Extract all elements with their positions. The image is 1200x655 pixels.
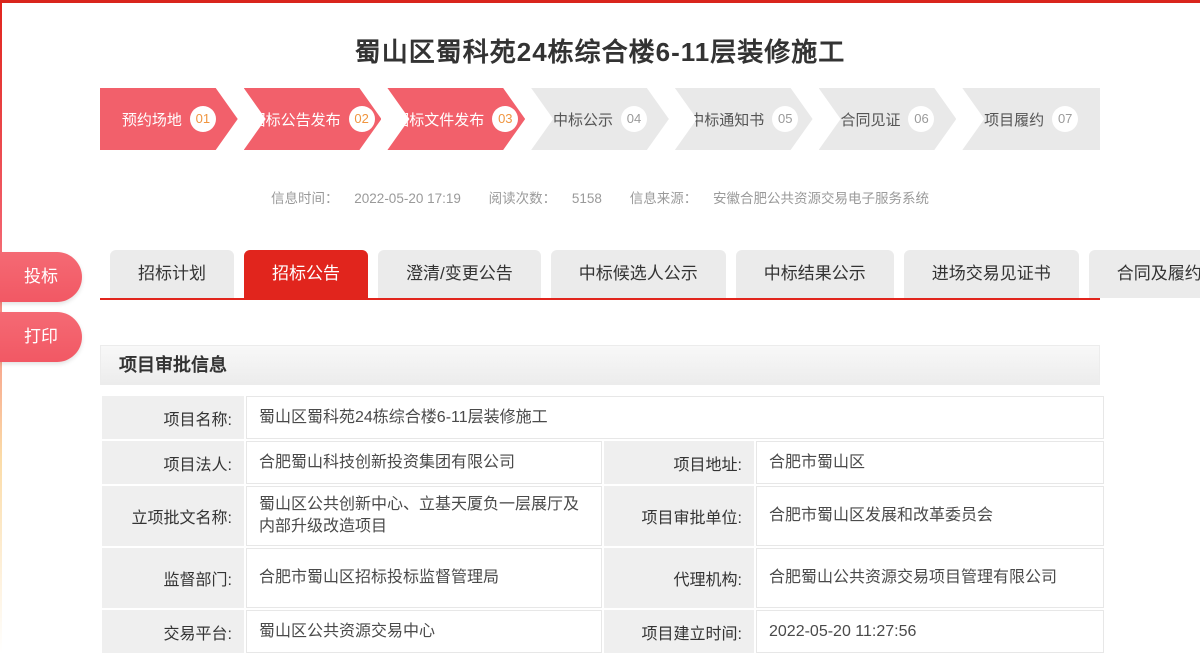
field-label-trade-platform: 交易平台: <box>102 610 244 653</box>
step-contract-witness: 合同见证 06 <box>819 88 957 150</box>
info-source-value: 安徽合肥公共资源交易电子服务系统 <box>713 191 929 206</box>
table-row: 项目法人: 合肥蜀山科技创新投资集团有限公司 项目地址: 合肥市蜀山区 <box>102 441 1104 484</box>
field-label-project-name: 项目名称: <box>102 396 244 439</box>
step-number-badge: 02 <box>349 106 375 132</box>
field-value-supervision-dept: 合肥市蜀山区招标投标监督管理局 <box>246 548 602 608</box>
tab-clarification-change[interactable]: 澄清/变更公告 <box>378 250 541 298</box>
step-number-badge: 04 <box>621 106 647 132</box>
step-label: 中标通知书 <box>689 109 764 130</box>
tab-bar: 招标计划 招标公告 澄清/变更公告 中标候选人公示 中标结果公示 进场交易见证书… <box>100 250 1100 300</box>
field-value-project-address: 合肥市蜀山区 <box>756 441 1104 484</box>
step-number-badge: 01 <box>190 106 216 132</box>
info-time-label: 信息时间： <box>271 191 339 206</box>
read-count-label: 阅读次数： <box>489 191 557 206</box>
field-label-approval-doc: 立项批文名称: <box>102 486 244 546</box>
table-row: 立项批文名称: 蜀山区公共创新中心、立基天厦负一层展厅及内部升级改造项目 项目审… <box>102 486 1104 546</box>
field-label-agency: 代理机构: <box>604 548 754 608</box>
step-label: 招标公告发布 <box>251 109 341 130</box>
field-value-trade-platform: 蜀山区公共资源交易中心 <box>246 610 602 653</box>
meta-info-line: 信息时间： 2022-05-20 17:19 阅读次数： 5158 信息来源： … <box>0 187 1200 207</box>
step-number-badge: 07 <box>1052 106 1078 132</box>
page-title: 蜀山区蜀科苑24栋综合楼6-11层装修施工 <box>0 32 1200 69</box>
field-label-project-create-time: 项目建立时间: <box>604 610 754 653</box>
step-tender-documents: 招标文件发布 03 <box>387 88 525 150</box>
step-number-badge: 03 <box>492 106 518 132</box>
tab-result-publicity[interactable]: 中标结果公示 <box>736 250 894 298</box>
section-title-project-approval: 项目审批信息 <box>100 345 1100 385</box>
field-value-legal-person: 合肥蜀山科技创新投资集团有限公司 <box>246 441 602 484</box>
step-number-badge: 05 <box>772 106 798 132</box>
project-approval-table: 项目名称: 蜀山区蜀科苑24栋综合楼6-11层装修施工 项目法人: 合肥蜀山科技… <box>100 394 1106 655</box>
tab-tender-announcement[interactable]: 招标公告 <box>244 250 368 298</box>
step-label: 预约场地 <box>122 109 182 130</box>
field-value-approval-unit: 合肥市蜀山区发展和改革委员会 <box>756 486 1104 546</box>
top-accent-line <box>0 0 1200 3</box>
table-row: 项目名称: 蜀山区蜀科苑24栋综合楼6-11层装修施工 <box>102 396 1104 439</box>
tab-tender-plan[interactable]: 招标计划 <box>110 250 234 298</box>
step-label: 招标文件发布 <box>394 109 484 130</box>
print-button[interactable]: 打印 <box>0 312 82 362</box>
field-value-project-name: 蜀山区蜀科苑24栋综合楼6-11层装修施工 <box>246 396 1104 439</box>
field-value-agency: 合肥蜀山公共资源交易项目管理有限公司 <box>756 548 1104 608</box>
tab-contract-performance[interactable]: 合同及履约 <box>1089 250 1200 298</box>
step-label: 合同见证 <box>840 109 900 130</box>
field-value-project-create-time: 2022-05-20 11:27:56 <box>756 610 1104 653</box>
step-label: 项目履约 <box>984 109 1044 130</box>
field-label-project-address: 项目地址: <box>604 441 754 484</box>
table-row: 交易平台: 蜀山区公共资源交易中心 项目建立时间: 2022-05-20 11:… <box>102 610 1104 653</box>
field-label-approval-unit: 项目审批单位: <box>604 486 754 546</box>
tab-trade-certificate[interactable]: 进场交易见证书 <box>904 250 1079 298</box>
step-project-performance: 项目履约 07 <box>962 88 1100 150</box>
field-label-supervision-dept: 监督部门: <box>102 548 244 608</box>
tab-candidate-publicity[interactable]: 中标候选人公示 <box>551 250 726 298</box>
step-winner-notice: 中标通知书 05 <box>675 88 813 150</box>
read-count-value: 5158 <box>572 191 602 206</box>
step-label: 中标公示 <box>553 109 613 130</box>
field-label-legal-person: 项目法人: <box>102 441 244 484</box>
step-number-badge: 06 <box>908 106 934 132</box>
step-reserve-venue: 预约场地 01 <box>100 88 238 150</box>
step-winner-publicity: 中标公示 04 <box>531 88 669 150</box>
bid-button[interactable]: 投标 <box>0 252 82 302</box>
step-tender-announcement: 招标公告发布 02 <box>244 88 382 150</box>
progress-steps: 预约场地 01 招标公告发布 02 招标文件发布 03 中标公示 04 中标通知… <box>100 88 1100 150</box>
field-value-approval-doc: 蜀山区公共创新中心、立基天厦负一层展厅及内部升级改造项目 <box>246 486 602 546</box>
info-source-label: 信息来源： <box>630 191 698 206</box>
info-time-value: 2022-05-20 17:19 <box>354 191 461 206</box>
table-row: 监督部门: 合肥市蜀山区招标投标监督管理局 代理机构: 合肥蜀山公共资源交易项目… <box>102 548 1104 608</box>
